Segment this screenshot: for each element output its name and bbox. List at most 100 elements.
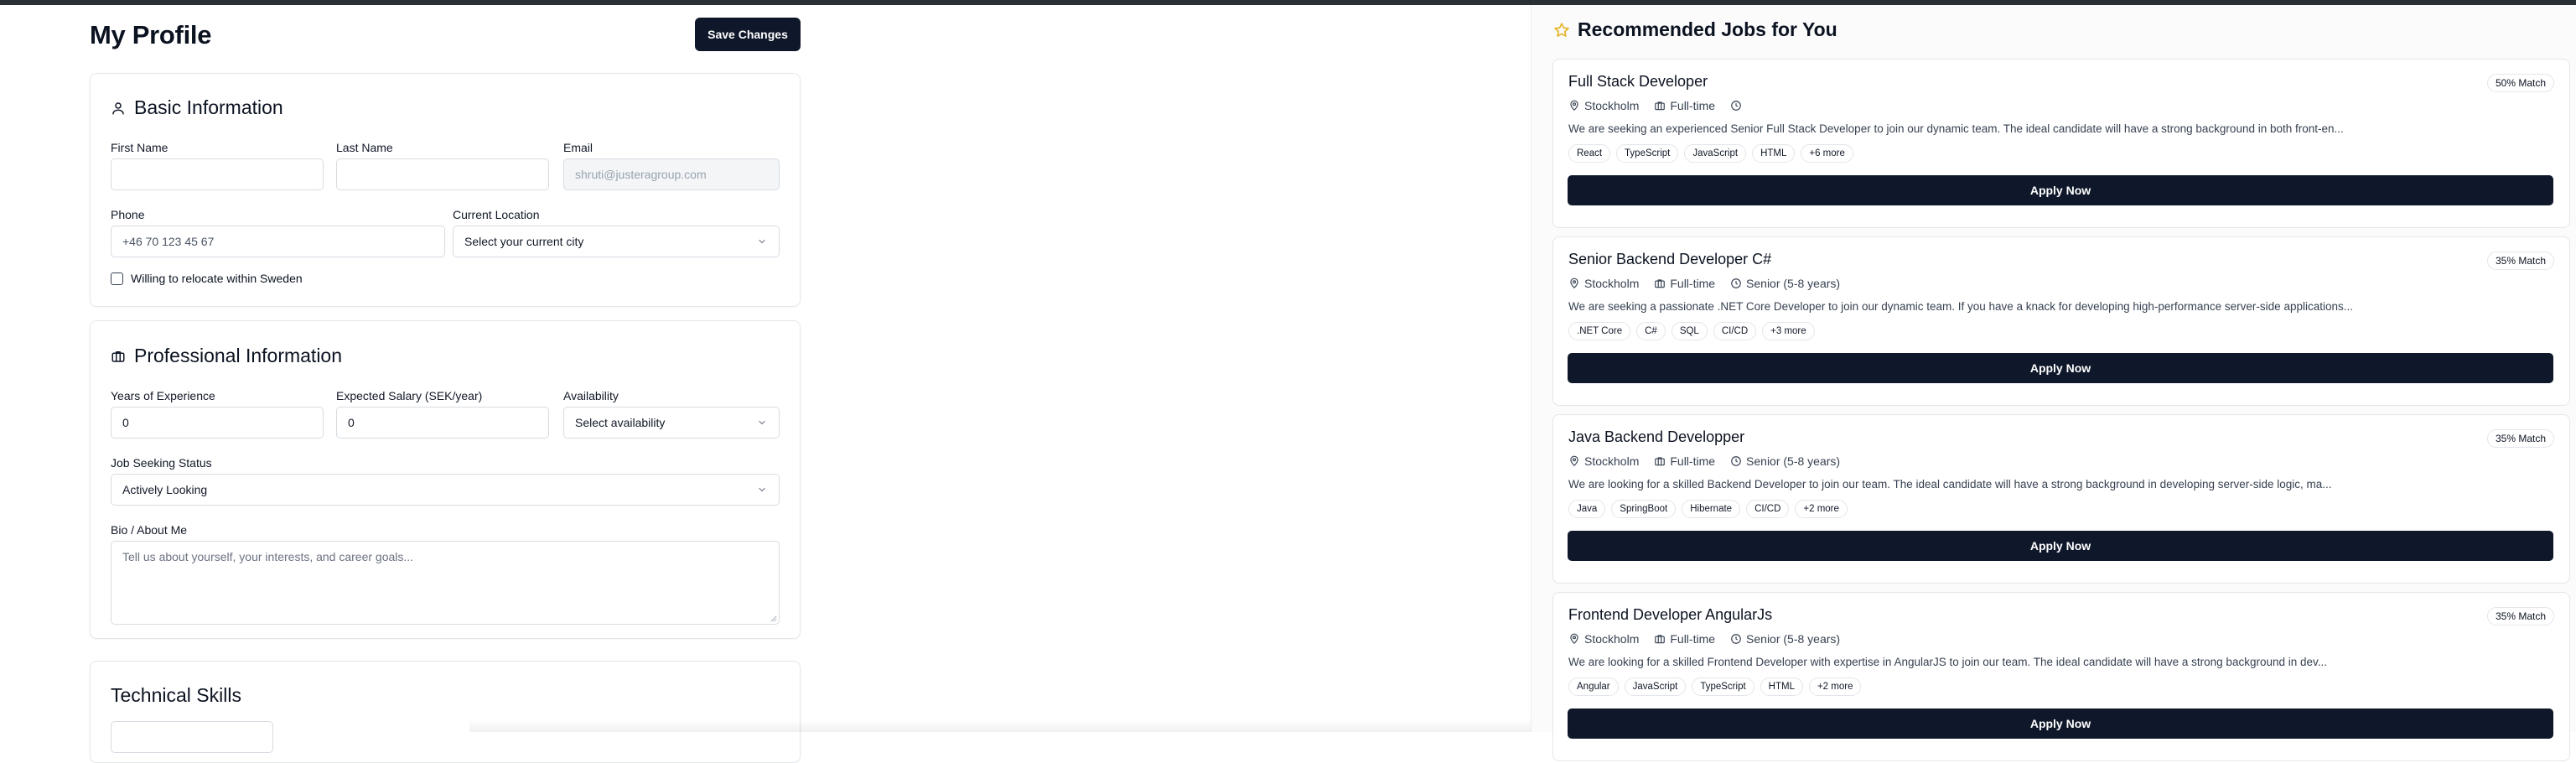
professional-information-card: Professional Information Years of Experi… [90, 320, 801, 639]
skill-tag: SpringBoot [1611, 500, 1677, 518]
professional-information-title: Professional Information [134, 345, 343, 366]
salary-input[interactable]: 0 [336, 407, 549, 439]
job-tags: Angular JavaScript TypeScript HTML +2 mo… [1568, 677, 1862, 696]
job-meta: Stockholm Full-time Senior (5-8 years) [1568, 277, 1840, 290]
job-level-text: Senior (5-8 years) [1746, 632, 1841, 646]
salary-label: Expected Salary (SEK/year) [336, 389, 483, 402]
job-title[interactable]: Senior Backend Developer C# [1568, 251, 1771, 268]
job-card[interactable]: Full Stack Developer 50% Match Stockholm… [1552, 59, 2570, 228]
relocate-checkbox[interactable] [111, 272, 123, 285]
match-badge: 50% Match [2486, 74, 2554, 92]
first-name-label: First Name [111, 141, 168, 154]
bottom-fade [469, 719, 1531, 732]
match-badge: 35% Match [2486, 607, 2554, 625]
availability-select[interactable]: Select availability [563, 407, 780, 439]
skill-tag: .NET Core [1568, 322, 1631, 340]
job-tags: React TypeScript JavaScript HTML +6 more [1568, 144, 1853, 163]
skill-tag: C# [1636, 322, 1666, 340]
briefcase-icon [1655, 457, 1666, 466]
more-tags-badge: +3 more [1762, 322, 1815, 340]
bio-label: Bio / About Me [111, 523, 188, 537]
job-meta: Stockholm Full-time Senior (5-8 years) [1568, 454, 1840, 468]
chevron-down-icon [759, 487, 765, 492]
phone-input[interactable]: +46 70 123 45 67 [111, 226, 445, 257]
job-seeking-status-select[interactable]: Actively Looking [111, 474, 780, 506]
current-location-select[interactable]: Select your current city [453, 226, 780, 257]
skill-tag: HTML [1760, 677, 1803, 696]
job-location-text: Stockholm [1584, 99, 1640, 112]
job-level: Senior (5-8 years) [1730, 454, 1840, 468]
job-seeking-status-label: Job Seeking Status [111, 456, 212, 470]
job-description: We are seeking a passionate .NET Core De… [1568, 300, 2353, 313]
basic-information-card: Basic Information First Name Last Name E… [90, 73, 801, 307]
job-description: We are looking for a skilled Backend Dev… [1568, 478, 2332, 490]
job-type-text: Full-time [1670, 454, 1716, 468]
job-card[interactable]: Frontend Developer AngularJs 35% Match S… [1552, 592, 2570, 761]
skill-tag: SQL [1671, 322, 1708, 340]
job-type-text: Full-time [1670, 632, 1716, 646]
job-description: We are seeking an experienced Senior Ful… [1568, 122, 2344, 135]
job-level [1730, 100, 1746, 112]
basic-information-title: Basic Information [134, 96, 283, 118]
apply-now-button[interactable]: Apply Now [1568, 531, 2553, 561]
briefcase-icon [1655, 101, 1666, 111]
job-type: Full-time [1654, 99, 1715, 112]
job-type: Full-time [1654, 277, 1715, 290]
current-location-label: Current Location [453, 208, 540, 221]
chevron-down-icon [759, 420, 765, 425]
professional-information-header: Professional Information [111, 345, 342, 367]
apply-now-button[interactable]: Apply Now [1568, 353, 2553, 383]
job-title[interactable]: Full Stack Developer [1568, 73, 1708, 91]
briefcase-icon [111, 350, 125, 362]
last-name-label: Last Name [336, 141, 393, 154]
job-title[interactable]: Java Backend Developper [1568, 428, 1744, 446]
skill-tag: TypeScript [1692, 677, 1754, 696]
bio-textarea[interactable]: Tell us about yourself, your interests, … [111, 541, 780, 625]
basic-information-header: Basic Information [111, 96, 283, 119]
job-title[interactable]: Frontend Developer AngularJs [1568, 606, 1772, 624]
technical-skills-card: Technical Skills [90, 661, 801, 763]
job-location: Stockholm [1568, 454, 1639, 468]
email-input: shruti@justeragroup.com [563, 158, 780, 190]
clock-icon [1731, 278, 1741, 288]
map-pin-icon [1570, 633, 1578, 645]
first-name-input[interactable] [111, 158, 324, 190]
job-location: Stockholm [1568, 632, 1639, 646]
clock-icon [1731, 634, 1741, 644]
job-location-text: Stockholm [1584, 632, 1640, 646]
job-tags: Java SpringBoot Hibernate CI/CD +2 more [1568, 500, 1848, 518]
last-name-input[interactable] [336, 158, 549, 190]
apply-now-button[interactable]: Apply Now [1568, 708, 2553, 739]
skill-tag: Hibernate [1682, 500, 1741, 518]
resize-handle-icon[interactable] [770, 615, 777, 622]
skill-tag: TypeScript [1616, 144, 1679, 163]
job-seeking-status-value: Actively Looking [122, 483, 208, 496]
job-level: Senior (5-8 years) [1730, 277, 1840, 290]
recommended-jobs-header: Recommended Jobs for You [1553, 18, 1837, 41]
match-badge: 35% Match [2486, 252, 2554, 270]
skill-tag: CI/CD [1746, 500, 1790, 518]
job-card[interactable]: Java Backend Developper 35% Match Stockh… [1552, 414, 2570, 584]
apply-now-button[interactable]: Apply Now [1568, 175, 2553, 205]
map-pin-icon [1570, 278, 1578, 289]
skill-tag: CI/CD [1713, 322, 1757, 340]
relocate-option[interactable]: Willing to relocate within Sweden [111, 272, 303, 285]
skill-tag: React [1568, 144, 1611, 163]
experience-input[interactable]: 0 [111, 407, 324, 439]
more-tags-badge: +2 more [1795, 500, 1848, 518]
job-level-text: Senior (5-8 years) [1746, 454, 1841, 468]
skill-search-input[interactable] [111, 721, 273, 753]
experience-label: Years of Experience [111, 389, 215, 402]
briefcase-icon [1655, 635, 1666, 644]
job-card[interactable]: Senior Backend Developer C# 35% Match St… [1552, 236, 2570, 406]
job-meta: Stockholm Full-time [1568, 99, 1746, 112]
job-description: We are looking for a skilled Frontend De… [1568, 656, 2328, 668]
phone-label: Phone [111, 208, 145, 221]
map-pin-icon [1570, 455, 1578, 467]
job-location: Stockholm [1568, 99, 1639, 112]
job-level: Senior (5-8 years) [1730, 632, 1840, 646]
save-changes-button[interactable]: Save Changes [695, 18, 801, 51]
recommended-jobs-title: Recommended Jobs for You [1578, 18, 1837, 40]
job-type: Full-time [1654, 454, 1715, 468]
map-pin-icon [1570, 100, 1578, 112]
